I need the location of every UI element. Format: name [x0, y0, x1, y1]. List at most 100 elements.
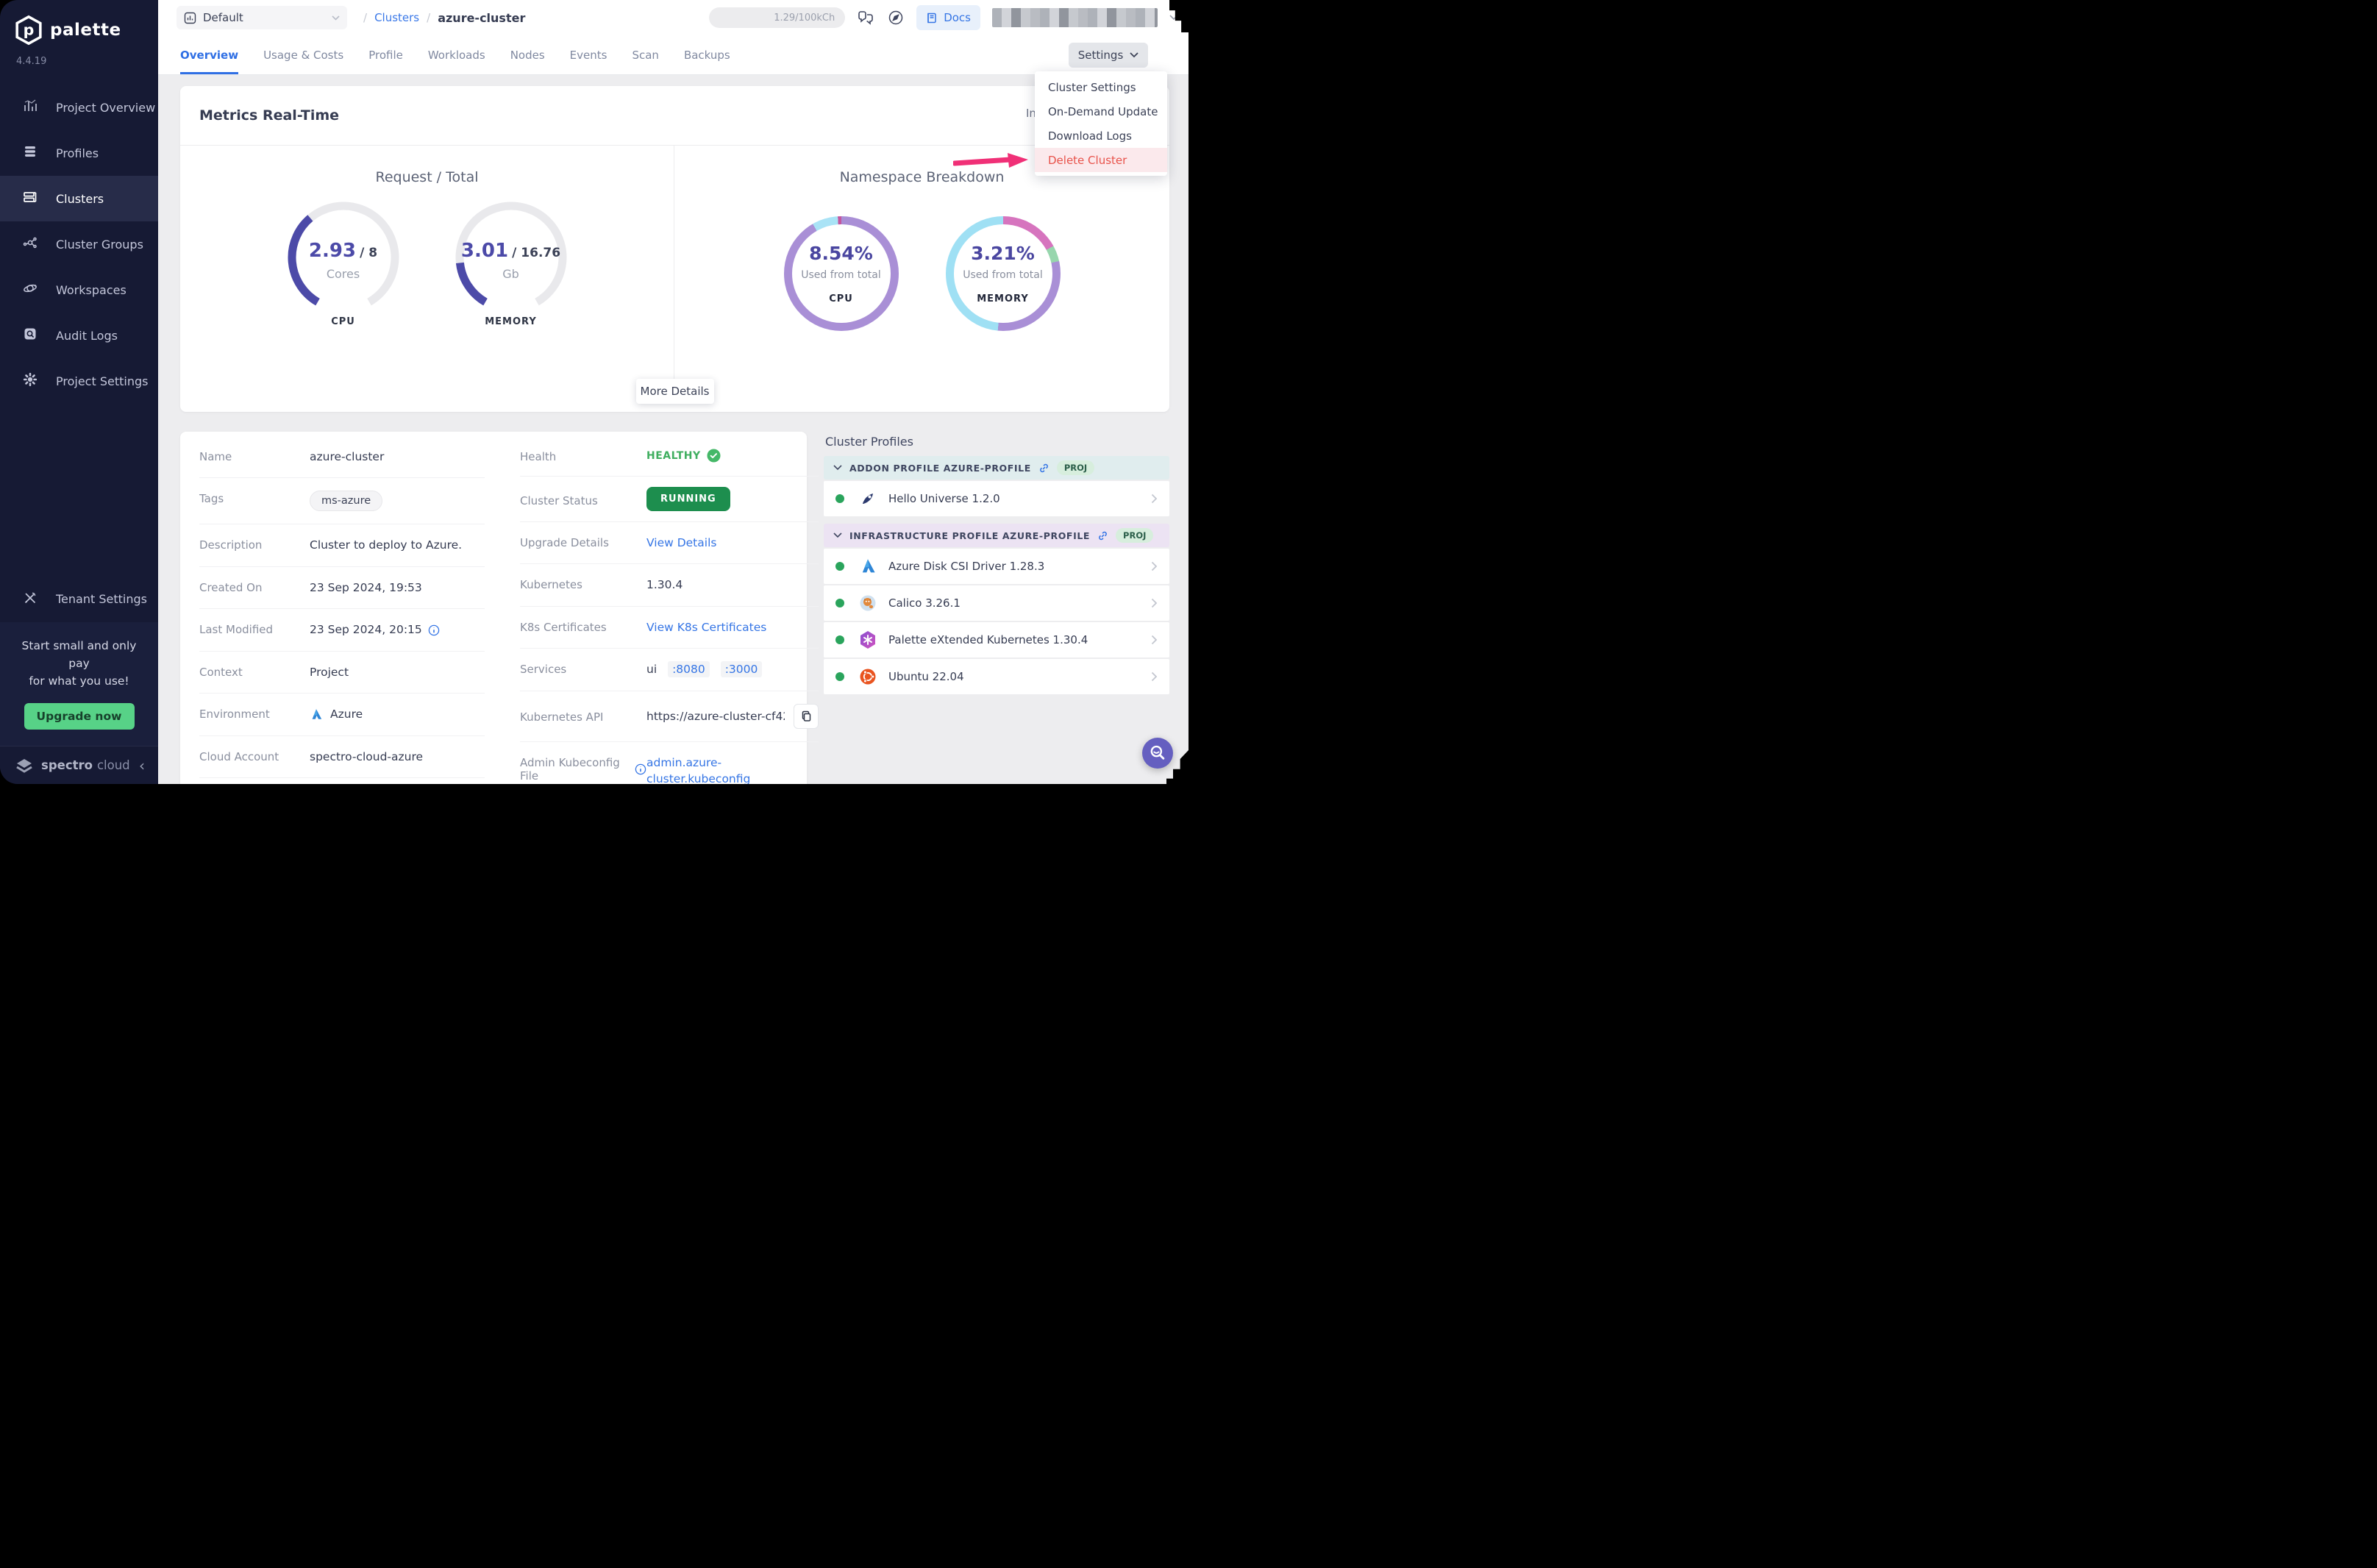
- sidebar-item-tenant-settings[interactable]: Tenant Settings: [0, 577, 158, 622]
- metrics-header: Metrics Real-Time: [180, 86, 1169, 145]
- more-details-button[interactable]: More Details: [636, 379, 714, 404]
- tab-events[interactable]: Events: [570, 35, 607, 74]
- cluster-details-card: Name azure-cluster Tags ms-azure Descrip…: [180, 432, 807, 784]
- link-icon: [1038, 463, 1049, 474]
- metrics-body: Request / Total 2.93 / 8 Cor: [180, 145, 1169, 382]
- memory-donut: 3.21% Used from total MEMORY: [946, 216, 1061, 331]
- sidebar-item-profiles[interactable]: Profiles: [0, 130, 158, 176]
- metrics-panel: Metrics Real-Time In Request / Total: [180, 86, 1169, 412]
- profile-row-calico[interactable]: Calico 3.26.1: [824, 585, 1169, 621]
- memory-gauge-value: 3.01 / 16.76 Gb: [451, 240, 571, 281]
- addon-profile-header[interactable]: ADDON PROFILE AZURE-PROFILE PROJ: [824, 456, 1169, 480]
- menu-item-delete-cluster[interactable]: Delete Cluster: [1035, 148, 1167, 172]
- chevron-right-icon: [1151, 493, 1158, 504]
- compass-icon[interactable]: [887, 9, 905, 26]
- namespace-breakdown-section: Namespace Breakdown 8.54% Used from tota…: [674, 146, 1169, 382]
- view-k8s-certificates-link[interactable]: View K8s Certificates: [646, 619, 766, 635]
- sidebar-item-workspaces[interactable]: Workspaces: [0, 267, 158, 313]
- status-badge: RUNNING: [646, 487, 730, 511]
- memory-donut-percent: 3.21%: [971, 243, 1035, 264]
- sidebar-item-cluster-groups[interactable]: Cluster Groups: [0, 221, 158, 267]
- profile-row-pxk[interactable]: Palette eXtended Kubernetes 1.30.4: [824, 622, 1169, 658]
- ubuntu-logo: [859, 668, 877, 685]
- sidebar-item-label: Tenant Settings: [56, 592, 147, 606]
- detail-row-description: Description Cluster to deploy to Azure.: [199, 524, 485, 566]
- project-selector[interactable]: Default: [177, 6, 347, 29]
- hello-universe-logo: [859, 490, 877, 507]
- sidebar-bottom: Tenant Settings Start small and only pay…: [0, 577, 158, 784]
- profile-row-hello-universe[interactable]: Hello Universe 1.2.0: [824, 481, 1169, 516]
- service-port-link[interactable]: :3000: [721, 661, 763, 677]
- menu-item-download-logs[interactable]: Download Logs: [1035, 124, 1167, 148]
- project-selector-value: Default: [203, 11, 243, 24]
- settings-button[interactable]: Settings: [1069, 43, 1148, 68]
- menu-item-on-demand-update[interactable]: On-Demand Update: [1035, 99, 1167, 124]
- menu-item-cluster-settings[interactable]: Cluster Settings: [1035, 75, 1167, 99]
- brand-logo: p palette: [0, 0, 158, 46]
- profile-row-ubuntu[interactable]: Ubuntu 22.04: [824, 659, 1169, 694]
- status-dot: [835, 494, 844, 503]
- tab-scan[interactable]: Scan: [632, 35, 658, 74]
- orbit-icon: [22, 280, 38, 299]
- topbar-right: 1.29/100kCh Docs: [709, 5, 1178, 30]
- detail-row-upgrade-details: Upgrade Details View Details: [520, 522, 819, 564]
- tab-nodes[interactable]: Nodes: [510, 35, 545, 74]
- detail-row-environment: Environment Azure: [199, 694, 485, 735]
- sidebar-item-label: Profiles: [56, 146, 99, 160]
- detail-row-kubernetes: Kubernetes 1.30.4: [520, 564, 819, 606]
- cpu-donut: 8.54% Used from total CPU: [784, 216, 899, 331]
- azure-logo: [859, 558, 877, 574]
- chart-icon: [22, 98, 38, 117]
- service-port-link[interactable]: :8080: [668, 661, 710, 677]
- tab-backups[interactable]: Backups: [684, 35, 730, 74]
- kubeconfig-download-link[interactable]: admin.azure- cluster.kubeconfig: [646, 755, 750, 784]
- profile-row-label: Hello Universe 1.2.0: [888, 492, 1000, 505]
- sidebar-item-project-overview[interactable]: Project Overview: [0, 85, 158, 130]
- info-icon[interactable]: [428, 624, 440, 636]
- copy-icon: [801, 710, 812, 722]
- chevron-right-icon: [1151, 561, 1158, 571]
- detail-row-admin-kubeconfig: Admin Kubeconfig File admin.azure- clust…: [520, 742, 819, 784]
- addon-profile-title: ADDON PROFILE AZURE-PROFILE: [849, 463, 1031, 474]
- view-details-link[interactable]: View Details: [646, 535, 716, 551]
- cpu-donut-label: CPU: [829, 293, 853, 304]
- search-widget-button[interactable]: [1142, 738, 1173, 769]
- detail-row-kubernetes-api: Kubernetes API https://azure-cluster-cf4…: [520, 691, 819, 742]
- sidebar-item-audit-logs[interactable]: Audit Logs: [0, 313, 158, 358]
- breadcrumb-clusters-link[interactable]: Clusters: [374, 11, 419, 24]
- chevron-down-icon: [1130, 52, 1138, 58]
- gear-icon: [22, 371, 38, 391]
- info-icon[interactable]: [635, 763, 646, 775]
- profile-row-azure-disk[interactable]: Azure Disk CSI Driver 1.28.3: [824, 549, 1169, 584]
- tab-usage-costs[interactable]: Usage & Costs: [263, 35, 343, 74]
- sidebar-item-clusters[interactable]: Clusters: [0, 176, 158, 221]
- docs-button[interactable]: Docs: [916, 5, 980, 30]
- layers-icon: [22, 143, 38, 163]
- breadcrumb-separator: /: [363, 11, 367, 24]
- tab-overview[interactable]: Overview: [180, 35, 238, 74]
- footer-brand: spectro: [41, 758, 93, 772]
- upgrade-now-button[interactable]: Upgrade now: [24, 703, 135, 730]
- cpu-gauge: 2.93 / 8 Cores CPU: [283, 202, 404, 327]
- chat-icon[interactable]: [857, 9, 875, 26]
- infrastructure-profile-header[interactable]: INFRASTRUCTURE PROFILE AZURE-PROFILE PRO…: [824, 524, 1169, 547]
- sidebar-item-label: Clusters: [56, 192, 104, 206]
- annotation-arrow: [953, 152, 1030, 171]
- sidebar-collapse-icon[interactable]: ‹: [139, 758, 145, 773]
- copy-button[interactable]: [794, 704, 819, 729]
- status-dot: [835, 672, 844, 681]
- sidebar-item-label: Workspaces: [56, 283, 126, 297]
- detail-row-created-on: Created On 23 Sep 2024, 19:53: [199, 567, 485, 609]
- chevron-down-icon: [833, 465, 842, 471]
- pxk-logo: [859, 630, 877, 649]
- tab-workloads[interactable]: Workloads: [428, 35, 485, 74]
- app-version: 4.4.19: [0, 46, 158, 67]
- tab-profile[interactable]: Profile: [368, 35, 403, 74]
- svg-text:p: p: [24, 21, 35, 38]
- chevron-down-icon: [332, 15, 340, 21]
- servers-icon: [22, 189, 38, 208]
- sidebar-item-project-settings[interactable]: Project Settings: [0, 358, 158, 404]
- main-area: Default / Clusters / azure-cluster 1.29/…: [158, 0, 1188, 784]
- breadcrumb: / Clusters / azure-cluster: [363, 11, 525, 25]
- account-menu-redacted[interactable]: [992, 8, 1158, 27]
